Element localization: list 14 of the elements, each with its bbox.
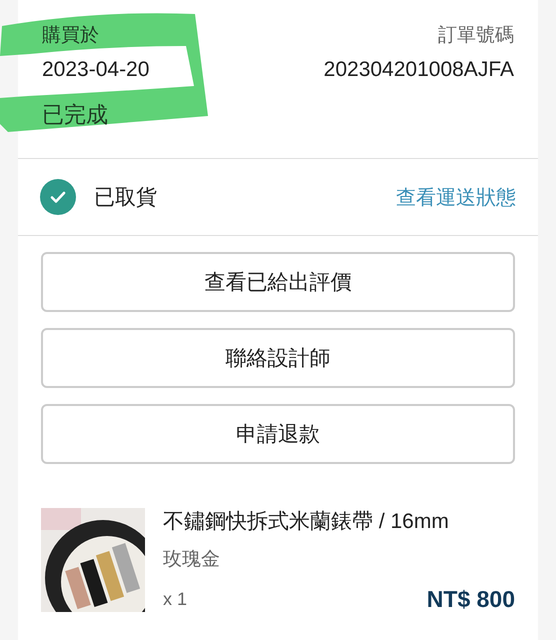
action-button[interactable]: 聯絡設計師	[41, 328, 515, 388]
action-button[interactable]: 查看已給出評價	[41, 252, 515, 312]
order-number-label: 訂單號碼	[438, 24, 514, 48]
action-button[interactable]: 申請退款	[41, 404, 515, 464]
product-name: 不鏽鋼快拆式米蘭錶帶 / 16mm	[163, 509, 450, 535]
pickup-status: 已取貨	[94, 185, 158, 211]
product-variant: 玫瑰金	[163, 548, 221, 572]
order-status: 已完成	[42, 101, 108, 129]
quantity: x 1	[163, 589, 188, 610]
price: NT$ 800	[426, 586, 515, 613]
purchase-date-label: 購買於	[42, 24, 99, 48]
shipping-status-link[interactable]: 查看運送狀態	[396, 184, 516, 210]
order-number: 202304201008AJFA	[324, 57, 514, 83]
purchase-date: 2023-04-20	[42, 57, 150, 83]
